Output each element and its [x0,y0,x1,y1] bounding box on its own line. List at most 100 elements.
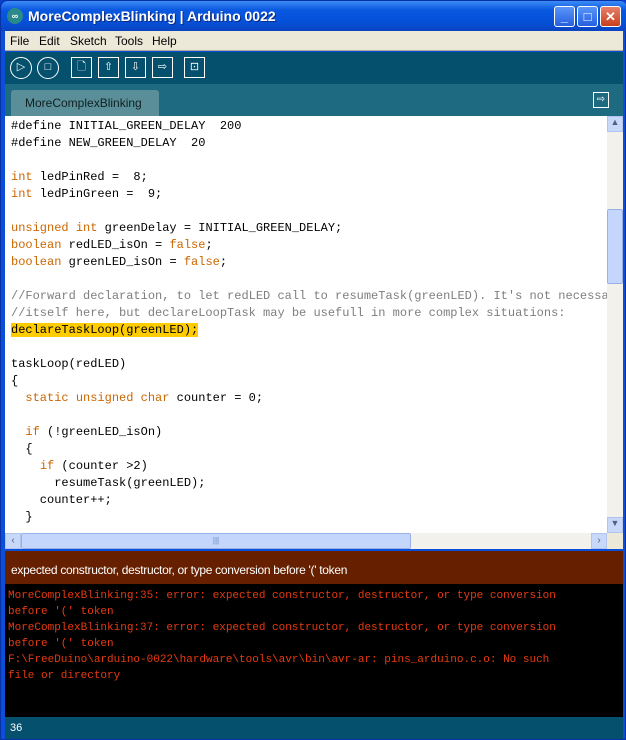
code-line: taskLoop(redLED) [11,356,126,373]
code-token: //itself here, but declareLoopTask may b… [11,306,566,320]
code-token: false [183,255,220,269]
console-output[interactable]: MoreComplexBlinking:35: error: expected … [5,584,623,717]
code-token: false [169,238,206,252]
code-line: declareTaskLoop(greenLED); [11,322,199,339]
code-line: boolean redLED_isOn = false; [11,237,213,254]
tab-menu-icon[interactable]: ⇨ [593,92,609,108]
code-token: ledPinRed = 8; [32,170,148,184]
vertical-scroll-thumb[interactable] [607,209,623,284]
tab-morecomplexblinking[interactable]: MoreComplexBlinking [11,90,159,116]
code-line: } [11,509,33,526]
menu-tools[interactable]: Tools [115,34,143,48]
tab-bar: MoreComplexBlinking ⇨ [5,84,623,116]
console-line: file or directory [8,670,121,682]
code-token: int [11,187,33,201]
toolbar: ▷ □ 🗋 ⇧ ⇩ ⇨ ⊡ [5,52,623,84]
code-token: ; [205,238,213,252]
code-token: int [11,170,33,184]
error-message-bar: expected constructor, destructor, or typ… [5,551,623,584]
scroll-left-icon[interactable]: ‹ [5,533,21,549]
menu-sketch[interactable]: Sketch [70,34,107,48]
arduino-window: ∞ MoreComplexBlinking | Arduino 0022 _ □… [0,0,626,740]
window-title: MoreComplexBlinking | Arduino 0022 [28,8,276,24]
scroll-down-icon[interactable]: ▼ [607,517,623,533]
code-token: boolean [11,255,62,269]
horizontal-scrollbar[interactable]: ‹ ||| › [5,533,607,549]
code-token: static [25,391,69,405]
code-token: ; [219,255,228,269]
code-line: boolean greenLED_isOn = false; [11,254,227,271]
menu-file[interactable]: File [10,34,29,48]
save-button[interactable]: ⇩ [125,57,146,78]
code-token: counter = 0; [169,391,264,405]
code-line: static unsigned char counter = 0; [11,390,263,407]
open-button[interactable]: ⇧ [98,57,119,78]
menu-edit[interactable]: Edit [39,34,60,48]
code-line: resumeTask(greenLED); [11,475,205,492]
highlighted-code: declareTaskLoop(greenLED); [11,323,199,337]
code-token: taskLoop(redLED) [11,357,127,371]
code-token: counter++; [11,493,112,507]
code-token: (counter >2) [54,459,148,473]
code-token: boolean [11,238,62,252]
code-line: //itself here, but declareLoopTask may b… [11,305,566,322]
code-token: #define NEW_GREEN_DELAY 20 [11,136,206,150]
code-line: counter++; [11,492,112,509]
code-token: resumeTask(greenLED); [11,476,206,490]
code-line: if (counter >2) [11,458,148,475]
code-token: redLED_isOn = [61,238,170,252]
title-bar: ∞ MoreComplexBlinking | Arduino 0022 _ □… [1,1,626,31]
console-line: MoreComplexBlinking:37: error: expected … [8,622,556,634]
console-line: before '(' token [8,638,114,650]
vertical-scrollbar[interactable]: ▲ ▼ [607,116,623,533]
code-token: //Forward declaration, to let redLED cal… [11,289,607,303]
code-token: if [25,425,40,439]
code-token: unsigned [11,221,69,235]
code-token: unsigned [75,391,134,405]
code-line: //Forward declaration, to let redLED cal… [11,288,607,305]
code-line: { [11,441,33,458]
serial-monitor-button[interactable]: ⊡ [184,57,205,78]
new-button[interactable]: 🗋 [71,57,92,78]
arduino-logo-icon: ∞ [7,8,23,24]
console-line: before '(' token [8,606,114,618]
code-token: (!greenLED_isOn) [39,425,163,439]
status-line-number: 36 [5,717,623,739]
stop-button[interactable]: □ [37,57,59,79]
code-token: greenDelay = INITIAL_GREEN_DELAY; [97,221,343,235]
menu-bar: File Edit Sketch Tools Help [5,31,623,51]
verify-button[interactable]: ▷ [10,57,32,79]
code-line: { [11,373,18,390]
minimize-button[interactable]: _ [554,6,575,27]
code-token: int [75,221,98,235]
close-button[interactable]: ✕ [600,6,621,27]
code-token: ledPinGreen = 9; [32,187,163,201]
upload-button[interactable]: ⇨ [152,57,173,78]
code-line: if (!greenLED_isOn) [11,424,162,441]
scroll-corner [607,533,623,549]
code-token: { [11,374,19,388]
scroll-up-icon[interactable]: ▲ [607,116,623,132]
console-line: F:\FreeDuino\arduino-0022\hardware\tools… [8,654,550,666]
scroll-right-icon[interactable]: › [591,533,607,549]
code-line: int ledPinRed = 8; [11,169,148,186]
horizontal-scroll-thumb[interactable]: ||| [21,533,411,549]
code-token: { [11,442,33,456]
console-line: MoreComplexBlinking:35: error: expected … [8,590,556,602]
code-line: unsigned int greenDelay = INITIAL_GREEN_… [11,220,342,237]
maximize-button[interactable]: □ [577,6,598,27]
code-token: char [140,391,170,405]
code-token: } [11,510,33,524]
code-editor[interactable]: #define INITIAL_GREEN_DELAY 200 #define N… [5,116,607,533]
code-token: #define INITIAL_GREEN_DELAY 200 [11,119,242,133]
menu-help[interactable]: Help [152,34,177,48]
code-line: #define NEW_GREEN_DELAY 20 [11,135,205,152]
code-token: greenLED_isOn = [61,255,184,269]
code-line: #define INITIAL_GREEN_DELAY 200 [11,118,241,135]
code-line: int ledPinGreen = 9; [11,186,162,203]
